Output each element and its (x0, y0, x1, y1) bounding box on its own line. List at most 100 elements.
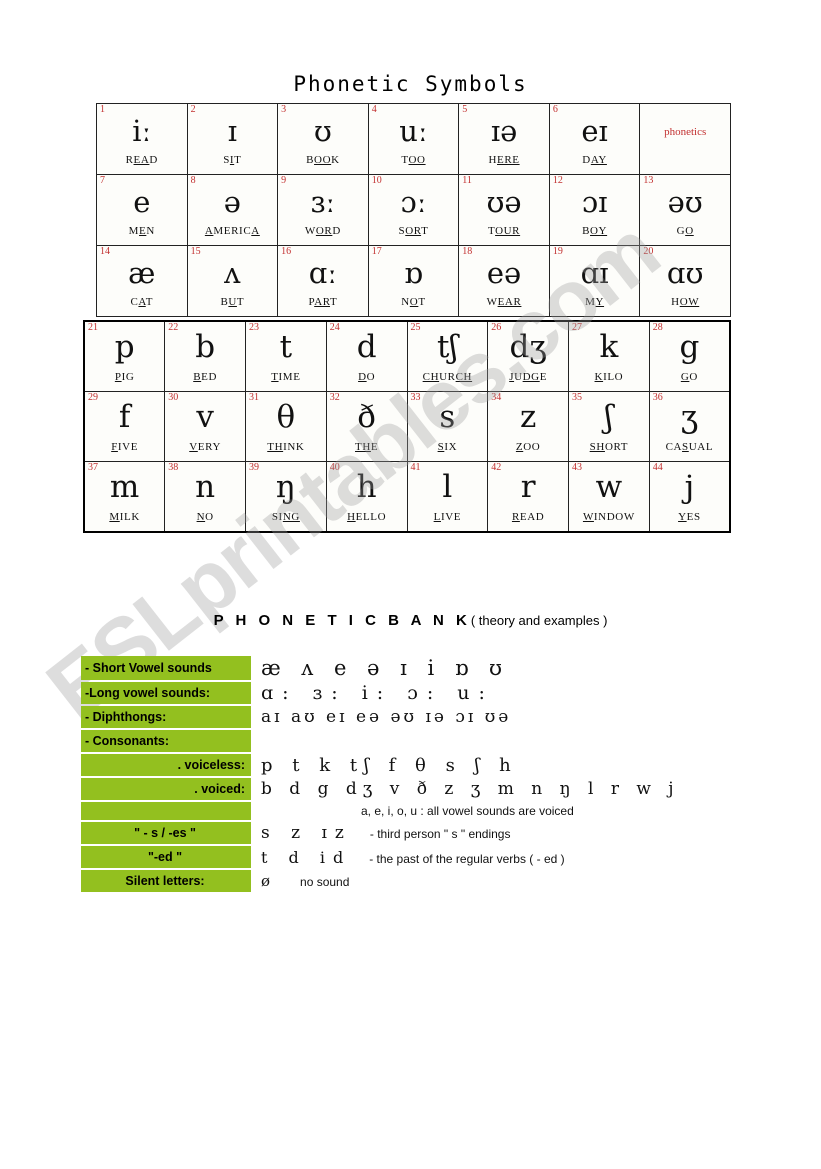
example-word: JUDGE (509, 371, 548, 383)
vowel-cell[interactable]: 17 ɒ NOT (367, 245, 460, 317)
cell-number: 32 (329, 392, 340, 403)
vowel-cell[interactable]: 12 ɔɪ BOY (548, 174, 641, 246)
consonant-cell[interactable]: 34 z ZOO (487, 391, 569, 462)
vowel-symbol-table: 1 iː READ 2 ɪ SIT 3 ʊ BOOK 4 uː TOO 5 ɪə HERE 6 eɪ DAY pho… (96, 103, 731, 317)
cell-number: 17 (371, 246, 382, 257)
bank-label-short-vowel: - Short Vowel sounds (81, 656, 251, 680)
vowel-cell[interactable]: 18 eə WEAR (458, 245, 550, 317)
consonant-cell[interactable]: 27 k KILO (568, 320, 650, 392)
example-word: YES (678, 511, 701, 523)
phonetic-symbol: iː (132, 114, 152, 148)
bank-label-consonants: - Consonants: (81, 730, 251, 752)
consonant-cell[interactable]: 32 ð THE (325, 391, 408, 462)
vowel-cell[interactable]: 2 ɪ SIT (186, 103, 279, 175)
vowel-cell[interactable]: 3 ʊ BOOK (277, 103, 369, 175)
vowel-cell[interactable]: 15 ʌ BUT (186, 245, 279, 317)
consonant-cell[interactable]: 44 j YES (648, 461, 731, 533)
example-word: WINDOW (582, 511, 635, 523)
bank-label-voiceless: . voiceless: (81, 754, 251, 776)
consonant-cell[interactable]: 41 l LIVE (406, 461, 489, 533)
cell-number: 36 (652, 392, 663, 403)
vowel-cell[interactable]: 4 uː TOO (367, 103, 460, 175)
ipa-s-es: s z ɪz (261, 823, 352, 843)
consonant-cell[interactable]: 25 tʃ CHURCH (406, 320, 489, 392)
consonant-cell[interactable]: 30 v VERY (164, 391, 246, 462)
consonant-cell[interactable]: 33 s SIX (406, 391, 489, 462)
bank-value-ed: t d id - the past of the regular verbs (… (251, 846, 741, 868)
vowel-cell[interactable]: 13 əʊ GO (639, 174, 731, 246)
ipa-silent: ø (261, 872, 271, 890)
consonant-cell[interactable]: 35 ʃ SHORT (568, 391, 650, 462)
example-word: SIT (223, 154, 242, 166)
bank-value-silent: ø no sound (251, 870, 741, 892)
consonant-cell[interactable]: 26 dʒ JUDGE (487, 320, 569, 392)
cell-number: 31 (249, 392, 259, 403)
cell-number: 26 (491, 322, 502, 333)
example-word: KILO (594, 371, 624, 383)
consonant-cell[interactable]: 43 w WINDOW (568, 461, 650, 533)
consonant-cell[interactable]: 23 t TIME (245, 320, 327, 392)
phonetic-symbol: eə (486, 256, 522, 290)
example-word: PART (308, 296, 338, 308)
example-word: MILK (109, 511, 140, 523)
example-word: SIX (437, 441, 458, 453)
vowel-table-body: 1 iː READ 2 ɪ SIT 3 ʊ BOOK 4 uː TOO 5 ɪə HERE 6 eɪ DAY pho… (96, 103, 731, 317)
example-word: TOO (401, 154, 426, 166)
example-word: PIG (114, 371, 135, 383)
vowel-cell[interactable]: 6 eɪ DAY (548, 103, 641, 175)
vowel-cell[interactable]: 7 e MEN (96, 174, 188, 246)
ipa-voiceless: p t k tʃ f θ s ʃ h (261, 754, 518, 776)
vowel-cell[interactable]: 10 ɔː SORT (367, 174, 460, 246)
consonant-cell[interactable]: 42 r READ (487, 461, 569, 533)
vowel-cell[interactable]: 19 ɑɪ MY (548, 245, 641, 317)
vowel-cell[interactable]: 9 ɜː WORD (277, 174, 369, 246)
note-all-vowels-voiced: a, e, i, o, u : all vowel sounds are voi… (361, 804, 574, 818)
cell-number: 12 (552, 175, 563, 186)
example-word: BOOK (306, 154, 340, 166)
ipa-diphthongs: aɪ aʊ eɪ eə əʊ ɪə ɔɪ ʊə (261, 707, 512, 727)
vowel-cell[interactable]: 8 ə AMERICA (186, 174, 279, 246)
cell-number: 8 (190, 175, 196, 186)
phonetic-symbol: ɔː (400, 185, 427, 219)
cell-number: 24 (329, 322, 340, 333)
cell-number: 16 (281, 246, 292, 257)
consonant-cell[interactable]: 29 f FIVE (83, 391, 166, 462)
consonant-cell[interactable]: 37 m MILK (83, 461, 166, 533)
phonetic-symbol: ɪə (490, 114, 518, 148)
consonant-cell[interactable]: 39 ŋ SING (245, 461, 327, 533)
example-word: FIVE (111, 441, 139, 453)
cell-number: 11 (462, 175, 472, 186)
example-word: AMERICA (204, 225, 260, 237)
vowel-cell[interactable]: phonetics (639, 103, 731, 175)
cell-number: 20 (643, 246, 654, 257)
vowel-cell[interactable]: 5 ɪə HERE (458, 103, 550, 175)
bank-row-diphthongs: - Diphthongs: aɪ aʊ eɪ eə əʊ ɪə ɔɪ ʊə (81, 706, 741, 728)
consonant-cell[interactable]: 36 ʒ CASUAL (648, 391, 731, 462)
vowel-cell[interactable]: 14 æ CAT (96, 245, 188, 317)
bank-label-silent: Silent letters: (81, 870, 251, 892)
consonant-cell[interactable]: 21 p PIG (83, 320, 166, 392)
cell-number: 10 (371, 175, 382, 186)
bank-label-long-vowel: -Long vowel sounds: (81, 682, 251, 704)
example-word: DO (358, 371, 376, 383)
vowel-cell[interactable]: 1 iː READ (96, 103, 188, 175)
consonant-cell[interactable]: 24 d DO (325, 320, 408, 392)
consonant-cell[interactable]: 31 θ THINK (245, 391, 327, 462)
phonetic-symbol: ɑʊ (666, 256, 704, 290)
consonant-cell[interactable]: 40 h HELLO (325, 461, 408, 533)
example-word: CASUAL (665, 441, 714, 453)
example-word: HOW (671, 296, 700, 308)
consonant-cell[interactable]: 28 g GO (648, 320, 731, 392)
vowel-cell[interactable]: 16 ɑː PART (277, 245, 369, 317)
phonetic-symbol: ʊ (313, 114, 332, 148)
example-word: TIME (271, 371, 301, 383)
consonant-cell[interactable]: 22 b BED (164, 320, 246, 392)
consonant-cell[interactable]: 38 n NO (164, 461, 246, 533)
vowel-cell[interactable]: 11 ʊə TOUR (458, 174, 550, 246)
cell-number: 22 (168, 322, 179, 333)
vowel-cell[interactable]: 20 ɑʊ HOW (639, 245, 731, 317)
cell-number: 34 (491, 392, 502, 403)
example-word: THE (355, 441, 379, 453)
example-word: SING (271, 511, 300, 523)
bank-row-consonants: - Consonants: (81, 730, 741, 752)
